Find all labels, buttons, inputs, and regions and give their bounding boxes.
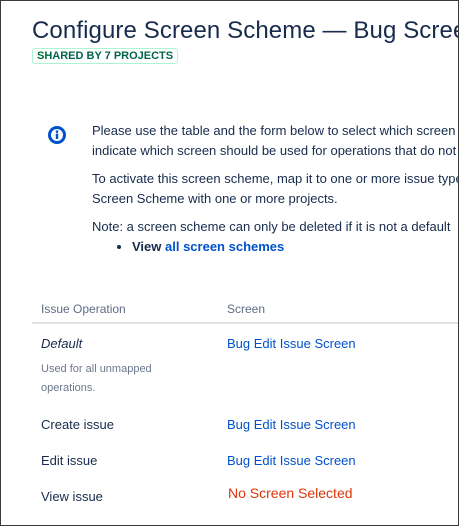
table-row: Create issue Bug Edit Issue Screen — [32, 417, 458, 441]
no-screen-selected: No Screen Selected — [228, 485, 353, 501]
operation-name: Default — [41, 336, 83, 351]
column-header-operation: Issue Operation — [41, 302, 126, 316]
operation-description: Used for all unmapped operations. — [41, 363, 152, 394]
view-prefix: View — [132, 239, 162, 254]
operation-name: View issue — [41, 489, 103, 504]
table-header: Issue Operation Screen — [32, 294, 458, 324]
operation-name: Edit issue — [41, 453, 98, 468]
table-row: View issue No Screen Selected — [32, 485, 458, 513]
info-note: Note: a screen scheme can only be delete… — [92, 219, 451, 234]
info-text: Please use the table and the form below … — [92, 121, 459, 257]
screen-link[interactable]: Bug Edit Issue Screen — [227, 336, 356, 351]
info-paragraph-2-line-1: To activate this screen scheme, map it t… — [92, 171, 459, 186]
info-paragraph-2: To activate this screen scheme, map it t… — [92, 169, 459, 209]
page-title: Configure Screen Scheme — Bug Screen Sch… — [32, 17, 458, 44]
info-paragraph-2-line-2: Screen Scheme with one or more projects. — [92, 191, 338, 206]
screen-link[interactable]: Bug Edit Issue Screen — [227, 417, 356, 432]
info-icon — [48, 126, 66, 144]
operation-name: Create issue — [41, 417, 114, 432]
info-paragraph-1-line-2: indicate which screen should be used for… — [92, 143, 457, 158]
screen-link[interactable]: Bug Edit Issue Screen — [227, 453, 356, 468]
screen-scheme-page: Configure Screen Scheme — Bug Screen Sch… — [0, 0, 459, 526]
info-links-list: View all screen schemes — [92, 237, 458, 257]
column-header-screen: Screen — [227, 302, 266, 316]
shared-projects-badge[interactable]: SHARED BY 7 PROJECTS — [32, 48, 179, 64]
table-row: Edit issue Bug Edit Issue Screen — [32, 453, 458, 477]
info-paragraph-1-line-1: Please use the table and the form below … — [92, 123, 456, 138]
info-paragraph-1: Please use the table and the form below … — [92, 121, 458, 161]
view-all-item: View all screen schemes — [132, 237, 458, 257]
table-row: Default Used for all unmapped operations… — [32, 336, 458, 398]
all-screen-schemes-link[interactable]: all screen schemes — [165, 239, 284, 254]
